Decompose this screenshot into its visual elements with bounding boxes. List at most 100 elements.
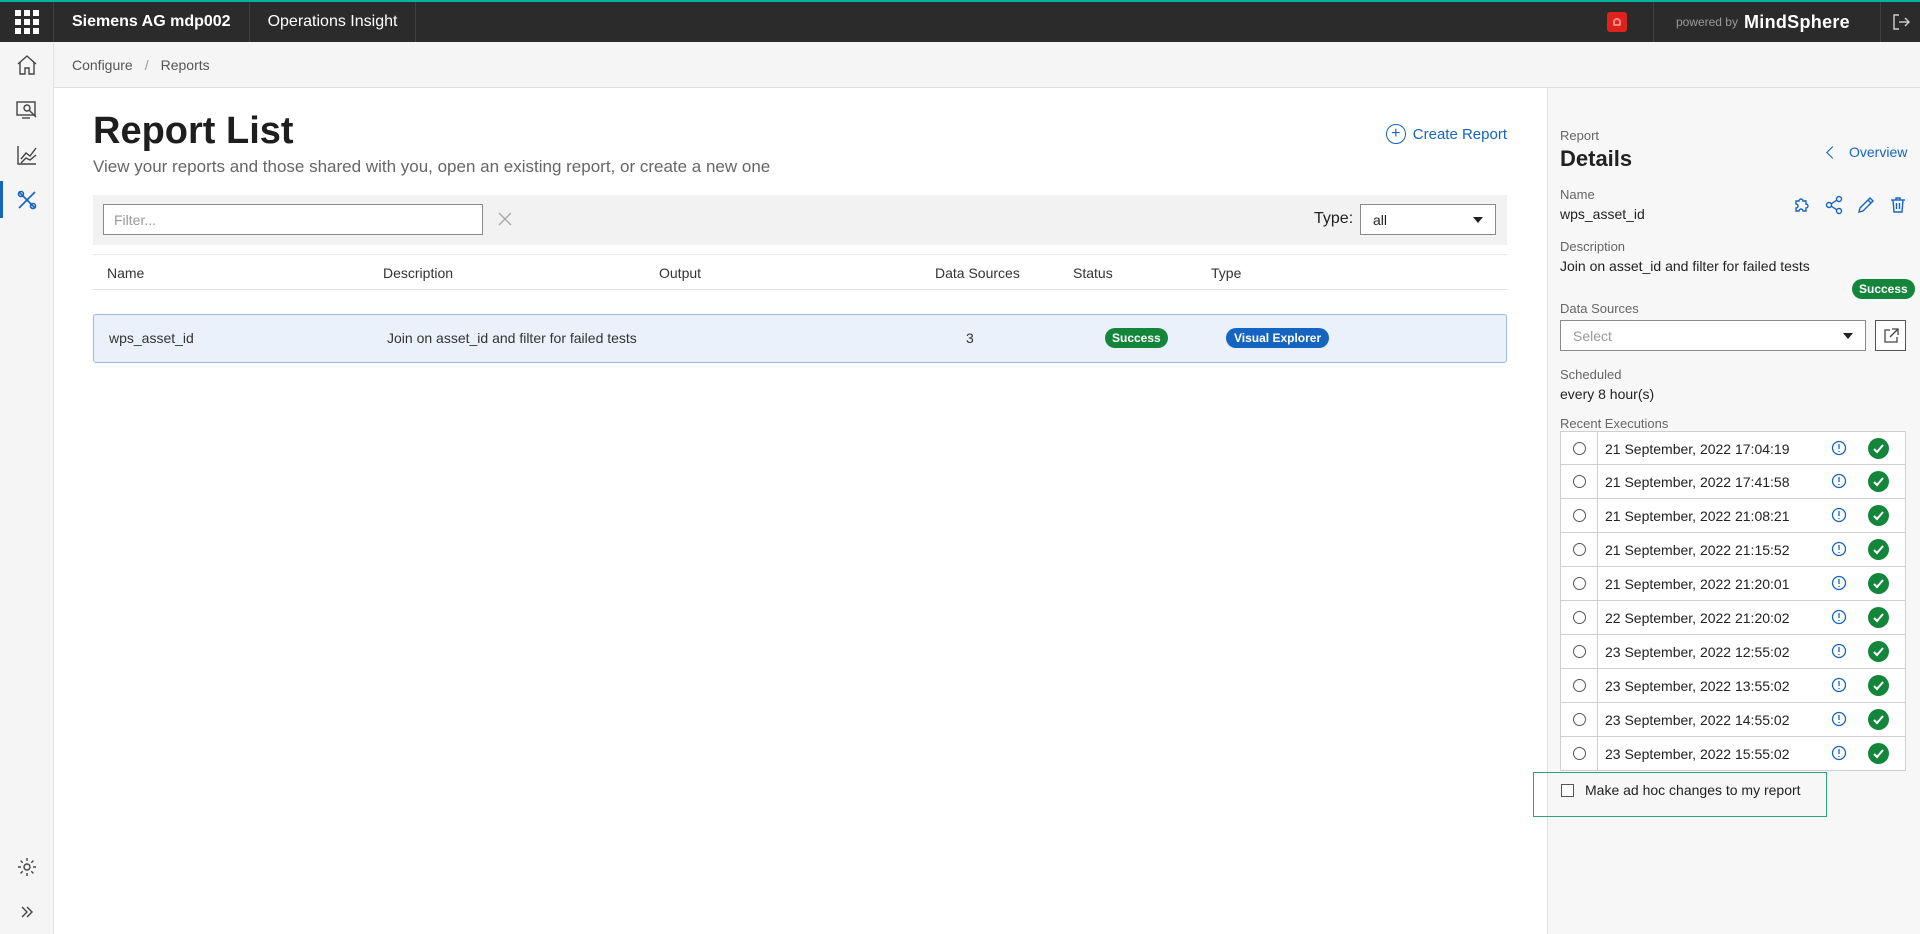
breadcrumb-configure[interactable]: Configure (72, 57, 133, 73)
notification-icon[interactable] (1606, 12, 1627, 32)
caret-down-icon (1473, 217, 1483, 223)
execution-date: 23 September, 2022 15:55:02 (1605, 746, 1790, 762)
execution-row[interactable]: 21 September, 2022 21:20:01 (1560, 567, 1906, 601)
info-icon[interactable] (1831, 711, 1847, 732)
execution-radio[interactable] (1572, 543, 1586, 556)
pencil-icon (1858, 197, 1874, 213)
row-name: wps_asset_id (109, 330, 194, 346)
puzzle-icon (1795, 198, 1809, 212)
type-label: Type: (1314, 210, 1354, 227)
execution-radio-cell (1561, 635, 1598, 668)
column-header-output[interactable]: Output (659, 265, 701, 281)
filter-input[interactable] (103, 204, 483, 235)
data-sources-select[interactable]: Select (1560, 320, 1866, 351)
info-icon[interactable] (1831, 541, 1847, 562)
delete-button[interactable] (1882, 192, 1914, 218)
execution-radio-cell (1561, 465, 1598, 498)
info-icon[interactable] (1831, 507, 1847, 528)
success-check-icon (1868, 573, 1889, 594)
panel-title: Details (1560, 146, 1633, 171)
execution-radio[interactable] (1572, 611, 1586, 624)
execution-row[interactable]: 21 September, 2022 21:08:21 (1560, 499, 1906, 533)
execution-row[interactable]: 23 September, 2022 15:55:02 (1560, 737, 1906, 771)
row-data-sources: 3 (966, 330, 974, 346)
breadcrumb: Configure / Reports (54, 42, 1920, 88)
clear-filter-button[interactable] (493, 207, 517, 231)
success-check-icon (1868, 641, 1889, 662)
success-check-icon (1868, 505, 1889, 526)
description-value: Join on asset_id and filter for failed t… (1560, 258, 1810, 274)
chart-icon (17, 145, 37, 165)
tenant-name[interactable]: Siemens AG mdp002 (54, 2, 250, 42)
info-icon[interactable] (1831, 575, 1847, 596)
info-icon[interactable] (1831, 677, 1847, 698)
create-report-button[interactable]: + Create Report (1385, 124, 1507, 144)
success-check-icon (1868, 539, 1889, 560)
panel-actions (1786, 192, 1914, 218)
overview-link[interactable]: Overview (1826, 144, 1907, 160)
nav-expand[interactable] (0, 889, 54, 934)
app-launcher-button[interactable] (0, 2, 54, 42)
adhoc-changes-option[interactable]: Make ad hoc changes to my report (1533, 772, 1827, 817)
scheduled-label: Scheduled (1560, 367, 1622, 382)
info-icon[interactable] (1831, 440, 1847, 461)
create-report-label: Create Report (1412, 125, 1507, 143)
logout-button[interactable] (1880, 2, 1920, 42)
powered-by: powered by MindSphere (1652, 2, 1850, 42)
type-select[interactable]: all (1360, 204, 1496, 235)
execution-radio[interactable] (1572, 713, 1586, 726)
execution-row[interactable]: 23 September, 2022 14:55:02 (1560, 703, 1906, 737)
execution-date: 21 September, 2022 21:08:21 (1605, 508, 1790, 524)
share-button[interactable] (1818, 192, 1850, 218)
execution-date: 21 September, 2022 21:20:01 (1605, 576, 1790, 592)
execution-radio[interactable] (1572, 645, 1586, 658)
execution-date: 21 September, 2022 17:41:58 (1605, 474, 1790, 490)
expand-icon (21, 906, 33, 917)
execution-radio-cell (1561, 432, 1598, 465)
table-row[interactable]: wps_asset_id Join on asset_id and filter… (93, 314, 1507, 363)
execution-radio[interactable] (1572, 747, 1586, 760)
execution-radio[interactable] (1572, 577, 1586, 590)
column-header-status[interactable]: Status (1073, 265, 1113, 281)
execution-row[interactable]: 21 September, 2022 17:41:58 (1560, 465, 1906, 499)
nav-settings[interactable] (0, 844, 54, 889)
execution-radio-cell (1561, 499, 1598, 532)
open-data-source-button[interactable] (1875, 320, 1906, 351)
execution-radio[interactable] (1572, 679, 1586, 692)
info-icon[interactable] (1831, 745, 1847, 766)
info-icon[interactable] (1831, 473, 1847, 494)
trash-icon (1891, 197, 1905, 213)
execution-row[interactable]: 21 September, 2022 17:04:19 (1560, 431, 1906, 465)
execution-row[interactable]: 23 September, 2022 13:55:02 (1560, 669, 1906, 703)
execution-radio-cell (1561, 567, 1598, 600)
column-header-type[interactable]: Type (1211, 265, 1241, 281)
success-check-icon (1868, 438, 1889, 459)
data-sources-placeholder: Select (1573, 328, 1612, 344)
column-header-name[interactable]: Name (107, 265, 144, 281)
edit-button[interactable] (1850, 192, 1882, 218)
execution-date: 23 September, 2022 12:55:02 (1605, 644, 1790, 660)
nav-configure[interactable] (0, 177, 54, 222)
column-header-description[interactable]: Description (383, 265, 453, 281)
execution-date: 23 September, 2022 13:55:02 (1605, 678, 1790, 694)
nav-monitor[interactable] (0, 87, 54, 132)
nav-home[interactable] (0, 42, 54, 87)
gear-icon (18, 857, 36, 876)
app-name[interactable]: Operations Insight (250, 2, 417, 42)
table-header: Name Description Output Data Sources Sta… (93, 254, 1507, 290)
info-icon[interactable] (1831, 643, 1847, 664)
execution-row[interactable]: 21 September, 2022 21:15:52 (1560, 533, 1906, 567)
execution-row[interactable]: 23 September, 2022 12:55:02 (1560, 635, 1906, 669)
execution-radio[interactable] (1572, 509, 1586, 522)
nav-analytics[interactable] (0, 132, 54, 177)
apps-grid-icon (14, 10, 39, 34)
info-icon[interactable] (1831, 609, 1847, 630)
success-check-icon (1868, 607, 1889, 628)
puzzle-button[interactable] (1786, 192, 1818, 218)
column-header-data-sources[interactable]: Data Sources (935, 265, 1020, 281)
execution-radio[interactable] (1572, 475, 1586, 488)
execution-radio[interactable] (1572, 442, 1586, 455)
execution-radio-cell (1561, 737, 1598, 770)
execution-row[interactable]: 22 September, 2022 21:20:02 (1560, 601, 1906, 635)
adhoc-checkbox[interactable] (1561, 784, 1574, 797)
